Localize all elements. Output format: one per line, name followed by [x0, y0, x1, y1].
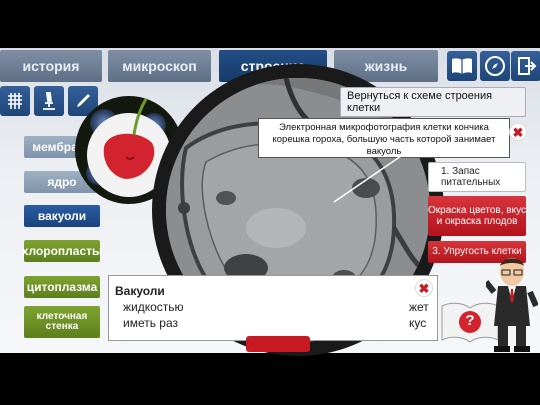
sidebar-item-cytoplasm[interactable]: цитоплазма: [24, 276, 100, 298]
grid-icon: [8, 93, 22, 109]
microscope-icon: [43, 92, 55, 110]
function-label: 1. Запас питательных: [441, 165, 501, 189]
sidebar-item-label: ядро: [47, 174, 77, 189]
tab-microscope[interactable]: микроскоп: [108, 50, 211, 82]
book-icon: [452, 58, 472, 74]
function-coloring[interactable]: Окраска цветов, вкус и окраска плодов: [428, 196, 526, 236]
function-nutrients[interactable]: 1. Запас питательных: [428, 162, 526, 192]
function-label: Окраска цветов, вкус и окраска плодов: [428, 204, 526, 228]
tab-history-label: история: [22, 58, 80, 74]
info-box-line3-start: иметь раз: [123, 316, 179, 330]
tab-life-label: жизнь: [364, 58, 408, 74]
info-box: Вакуоли ь жидкостью жет иметь раз кус: [108, 275, 438, 341]
exit-icon: [518, 57, 537, 75]
grid-tool-button[interactable]: [0, 86, 30, 116]
return-to-scheme-label: Вернуться к схеме строения клетки: [347, 89, 493, 114]
sidebar-item-label: вакуоли: [37, 208, 87, 223]
close-icon: ✖: [418, 280, 430, 296]
book-button[interactable]: [447, 51, 477, 81]
exit-button[interactable]: [511, 51, 540, 81]
sidebar-item-chloroplasts[interactable]: хлоропласты: [21, 240, 103, 262]
close-caption-button[interactable]: ✖: [510, 124, 526, 140]
sidebar-item-label: клеточная стенка: [36, 310, 88, 332]
info-box-line2-start: жидкостью: [123, 300, 184, 314]
sidebar-item-label: хлоропласты: [21, 243, 103, 258]
info-box-line3-end: кус: [409, 316, 427, 330]
tab-history[interactable]: история: [0, 50, 102, 82]
close-info-button[interactable]: ✖: [416, 280, 432, 296]
compass-icon: [485, 56, 505, 76]
sidebar-item-cell-wall[interactable]: клеточная стенка: [24, 306, 100, 338]
return-to-scheme-link[interactable]: Вернуться к схеме строения клетки: [340, 87, 526, 117]
caption-pointer-line: [333, 153, 405, 203]
sidebar-item-label: цитоплазма: [26, 279, 98, 294]
professor-character: [486, 258, 538, 352]
close-icon: ✖: [512, 124, 524, 140]
stage: история микроскоп строение жизнь: [0, 0, 540, 405]
info-box-line2-end: жет: [409, 300, 429, 314]
microscope-tool-button[interactable]: [34, 86, 64, 116]
tab-microscope-label: микроскоп: [122, 58, 197, 74]
scope-button[interactable]: [246, 336, 310, 352]
info-box-line1: Вакуоли: [115, 284, 165, 298]
sidebar-item-vacuoles[interactable]: вакуоли: [24, 205, 100, 227]
help-question-mark: ?: [465, 312, 475, 329]
compass-button[interactable]: [480, 51, 510, 81]
